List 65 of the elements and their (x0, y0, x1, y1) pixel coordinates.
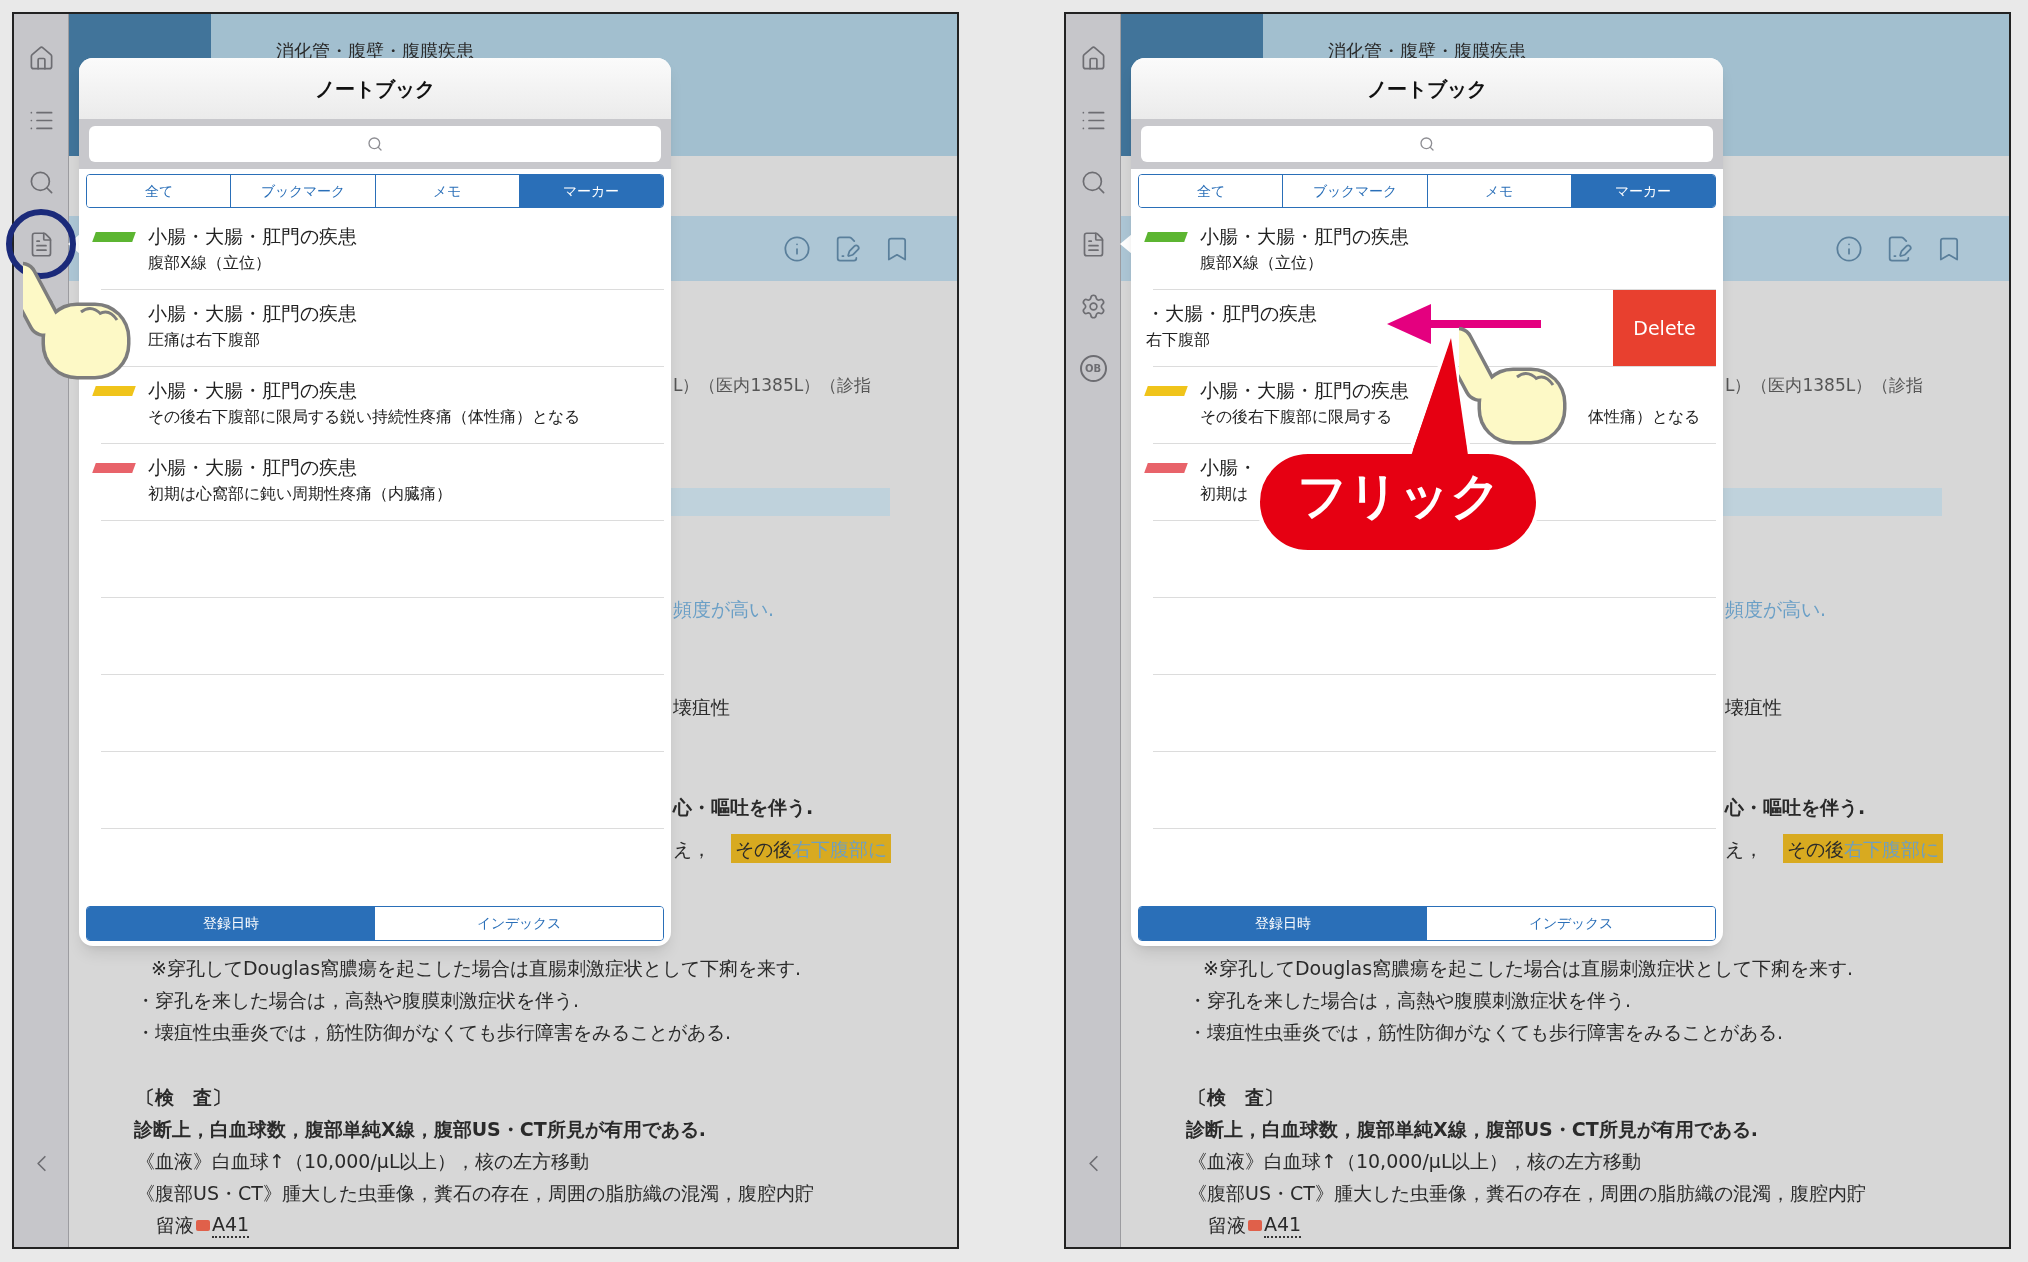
body-text: ・壊疽性虫垂炎では，筋性防御がなくても歩行障害をみることがある. (1187, 1020, 1785, 1045)
search-field[interactable] (89, 126, 661, 162)
popover-title: ノートブック (315, 75, 435, 103)
item-title: 小腸・大腸・肛門の疾患 (148, 455, 357, 480)
item-subtitle: 右下腹部 (1146, 329, 1210, 351)
body-text: 《腹部US・CT》腫大した虫垂像，糞石の存在，周囲の脂肪織の混濁，腹腔内貯 (135, 1181, 815, 1206)
body-text: 《腹部US・CT》腫大した虫垂像，糞石の存在，周囲の脂肪織の混濁，腹腔内貯 (1187, 1181, 1867, 1206)
body-text: 〔検 査〕 (1187, 1085, 1284, 1110)
body-text: え， (673, 836, 711, 861)
item-title: ・大腸・肛門の疾患 (1146, 301, 1317, 326)
body-text: 診断上，白血球数，腹部単純X線，腹部US・CT所見が有用である. (1185, 1117, 1759, 1142)
item-title: 小腸・ (1200, 455, 1257, 480)
reference-icon (196, 1219, 210, 1231)
item-subtitle: その後右下腹部に限局する (1200, 406, 1392, 428)
body-text: ・穿孔を来した場合は，高熱や腹膜刺激症状を伴う. (1187, 988, 1633, 1013)
popover-title: ノートブック (1367, 75, 1487, 103)
item-subtitle: 圧痛は右下腹部 (148, 329, 260, 351)
body-text: ※穿孔してDouglas窩膿瘍を起こした場合は直腸刺激症状として下痢を来す. (150, 956, 803, 981)
filter-tab[interactable]: マーカー (1570, 175, 1715, 207)
filter-tab[interactable]: マーカー (518, 175, 663, 207)
item-title: 小腸・大腸・肛門の疾患 (148, 301, 357, 326)
body-text: L）（医内1385L）（診指 (673, 374, 872, 397)
callout-label: フリック (1296, 466, 1502, 526)
body-text: 頻度が高い. (1725, 597, 1827, 621)
sort-tab[interactable]: 登録日時 (1139, 907, 1427, 940)
body-text: ・穿孔を来した場合は，高熱や腹膜刺激症状を伴う. (135, 988, 581, 1013)
body-text: 心・嘔吐を伴う. (1725, 795, 1866, 819)
body-text: 診断上，白血球数，腹部単純X線，腹部US・CT所見が有用である. (133, 1117, 707, 1142)
item-subtitle: 初期は (1200, 483, 1248, 505)
ob-icon[interactable]: OB (1079, 355, 1107, 382)
body-text: 《血液》白血球↑（10,000/μL以上），核の左方移動 (1187, 1149, 1643, 1174)
info-icon[interactable] (1835, 234, 1863, 263)
left-arrow-icon (1387, 304, 1541, 344)
body-text: 心・嘔吐を伴う. (673, 795, 814, 819)
reference-link[interactable]: A41 (212, 1212, 250, 1238)
item-subtitle: 腹部X線（立位） (1200, 252, 1323, 274)
body-text: 《血液》白血球↑（10,000/μL以上），核の左方移動 (135, 1149, 591, 1174)
body-text: 〔検 査〕 (135, 1085, 232, 1110)
info-icon[interactable] (783, 234, 811, 263)
body-text: ※穿孔してDouglas窩膿瘍を起こした場合は直腸刺激症状として下痢を来す. (1202, 956, 1855, 981)
delete-button[interactable]: Delete (1613, 290, 1716, 366)
body-text: 頻度が高い. (673, 597, 775, 621)
body-text: 壊疽性 (673, 695, 730, 719)
item-subtitle: その後右下腹部に限局する鋭い持続性疼痛（体性痛）となる (148, 406, 580, 428)
sort-tab[interactable]: 登録日時 (87, 907, 375, 940)
body-text: ・壊疽性虫垂炎では，筋性防御がなくても歩行障害をみることがある. (135, 1020, 733, 1045)
body-text: 留液 (156, 1213, 194, 1238)
body-text: 留液 (1208, 1213, 1246, 1238)
item-title: 小腸・大腸・肛門の疾患 (148, 378, 357, 403)
highlighted-text: その後右下腹部に (731, 834, 891, 863)
reference-link[interactable]: A41 (1264, 1212, 1302, 1238)
search-icon (367, 136, 383, 152)
item-subtitle: 腹部X線（立位） (148, 252, 271, 274)
search-icon (1419, 136, 1435, 152)
item-subtitle: 体性痛）となる (1588, 406, 1700, 428)
item-title: 小腸・大腸・肛門の疾患 (148, 224, 357, 249)
body-text: L）（医内1385L）（診指 (1725, 374, 1924, 397)
item-subtitle: 初期は心窩部に鈍い周期性疼痛（内臓痛） (148, 483, 452, 505)
body-text: え， (1725, 836, 1763, 861)
reference-icon (1248, 1219, 1262, 1231)
item-title: 小腸・大腸・肛門の疾患 (1200, 378, 1409, 403)
body-text: 壊疽性 (1725, 695, 1782, 719)
highlighted-text: その後右下腹部に (1783, 834, 1943, 863)
item-title: 小腸・大腸・肛門の疾患 (1200, 224, 1409, 249)
search-field[interactable] (1141, 126, 1713, 162)
